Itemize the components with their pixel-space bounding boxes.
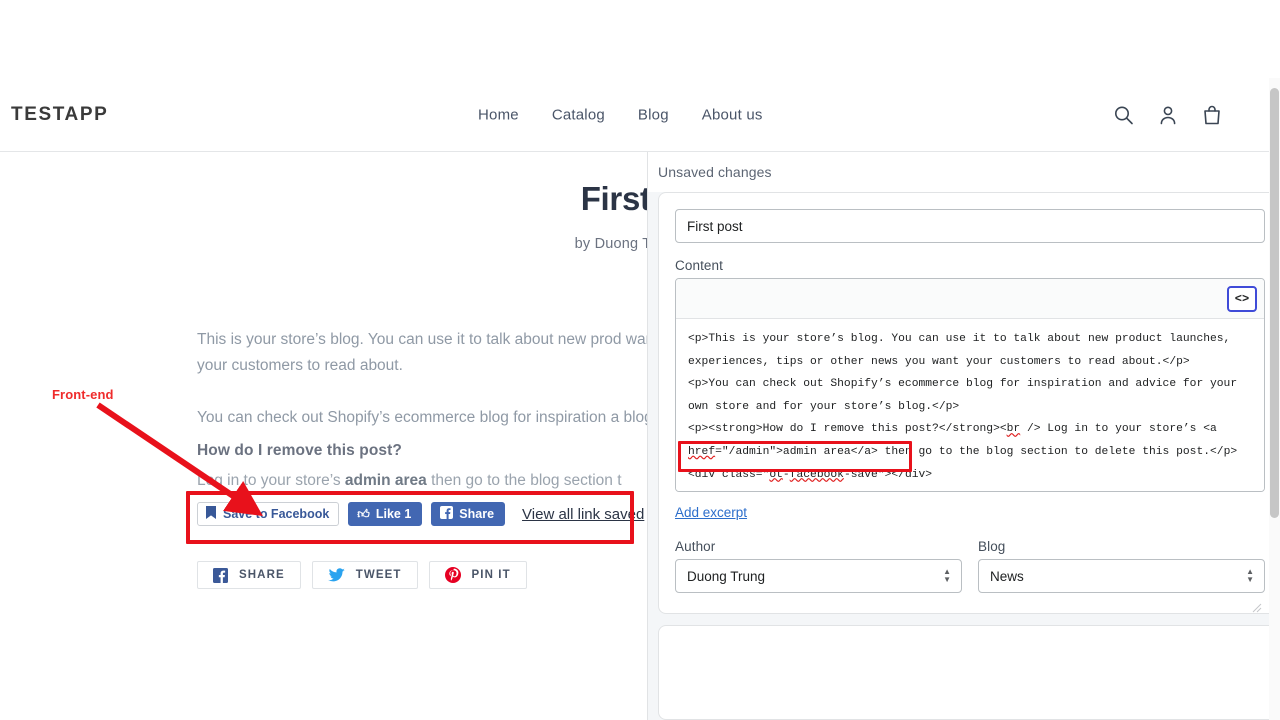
facebook-save-widget: Save to Facebook 👍︎ Like 1 Share View al…: [197, 502, 644, 526]
unsaved-changes-banner: Unsaved changes: [648, 152, 1280, 192]
html-code-textarea[interactable]: <p>This is your store’s blog. You can us…: [676, 319, 1264, 491]
share-facebook-button[interactable]: SHARE: [197, 561, 301, 589]
save-to-facebook-button[interactable]: Save to Facebook: [197, 502, 340, 526]
twitter-icon: [327, 568, 345, 582]
question-text-post: then go to the blog section t: [426, 472, 622, 489]
admin-area-link[interactable]: admin area: [345, 472, 427, 489]
unsaved-changes-label: Unsaved changes: [658, 164, 772, 180]
share-pinterest-button[interactable]: PIN IT: [428, 561, 527, 589]
nav-item-home[interactable]: Home: [478, 106, 519, 123]
editor-toolbar: <>: [676, 279, 1264, 319]
facebook-like-label: Like 1: [375, 507, 412, 521]
author-select[interactable]: Duong Trung ▲ ▼: [675, 559, 962, 593]
facebook-share-button[interactable]: Share: [431, 502, 506, 526]
nav-item-about-us[interactable]: About us: [702, 106, 763, 123]
post-title-input[interactable]: [675, 209, 1265, 243]
social-share-row: SHARE TWEET PIN IT: [197, 561, 527, 589]
chevron-updown-icon: ▲ ▼: [943, 567, 951, 584]
chevron-updown-icon: ▲ ▼: [1246, 567, 1254, 584]
share-twitter-label: TWEET: [355, 569, 402, 581]
thumbs-up-icon: 👍︎: [357, 507, 370, 521]
secondary-card: [658, 625, 1280, 720]
shopping-bag-icon[interactable]: [1202, 104, 1222, 125]
page-scrollbar-thumb[interactable]: [1270, 88, 1279, 518]
facebook-icon: [213, 567, 228, 583]
search-icon[interactable]: [1113, 104, 1134, 125]
author-select-value: Duong Trung: [687, 568, 766, 584]
article-paragraph-2: You can check out Shopify’s ecommerce bl…: [197, 409, 658, 426]
annotation-front-end-label: Front-end: [52, 387, 114, 402]
bookmark-icon: [206, 506, 216, 522]
storefront-header: TESTAPP Home Catalog Blog About us: [0, 78, 1270, 152]
share-twitter-button[interactable]: TWEET: [311, 561, 418, 589]
screen-root: TESTAPP Home Catalog Blog About us First…: [0, 0, 1280, 720]
share-facebook-label: SHARE: [239, 569, 285, 581]
facebook-like-button[interactable]: 👍︎ Like 1: [348, 502, 423, 526]
share-pinterest-label: PIN IT: [471, 569, 511, 581]
save-to-facebook-label: Save to Facebook: [223, 507, 330, 521]
question-text-pre: Log in to your store’s: [197, 472, 345, 489]
header-icon-group: [1113, 104, 1222, 125]
html-code-toggle-button[interactable]: <>: [1227, 285, 1257, 312]
article-question-body: Log in to your store’s admin area then g…: [197, 468, 667, 494]
pinterest-icon: [444, 567, 461, 583]
author-blog-row: Author Duong Trung ▲ ▼ Blog News ▲ ▼: [675, 539, 1265, 593]
content-field-label: Content: [675, 258, 723, 273]
rich-text-editor: <> <p>This is your store’s blog. You can…: [675, 278, 1265, 613]
author-field-label: Author: [675, 539, 716, 554]
add-excerpt-link[interactable]: Add excerpt: [675, 505, 747, 520]
post-editor-card: Content <> <p>This is your store’s blog.…: [658, 192, 1280, 614]
blog-select[interactable]: News ▲ ▼: [978, 559, 1265, 593]
author-field: Author Duong Trung ▲ ▼: [675, 539, 962, 593]
store-logo[interactable]: TESTAPP: [11, 104, 108, 126]
nav-item-blog[interactable]: Blog: [638, 106, 669, 123]
article-paragraph-1: This is your store’s blog. You can use i…: [197, 331, 659, 374]
admin-panel: Unsaved changes Content <> <p>This is yo…: [647, 152, 1280, 720]
nav-item-catalog[interactable]: Catalog: [552, 106, 605, 123]
article-body: This is your store’s blog. You can use i…: [197, 327, 667, 457]
blog-field-label: Blog: [978, 539, 1006, 554]
blog-field: Blog News ▲ ▼: [978, 539, 1265, 593]
account-icon[interactable]: [1158, 104, 1178, 125]
facebook-share-label: Share: [459, 507, 495, 521]
blog-select-value: News: [990, 568, 1024, 584]
facebook-icon: [440, 506, 454, 522]
view-all-link-saved-link[interactable]: View all link saved: [522, 506, 644, 523]
article-question-heading: How do I remove this post?: [197, 442, 402, 459]
main-navigation: Home Catalog Blog About us: [478, 106, 763, 123]
